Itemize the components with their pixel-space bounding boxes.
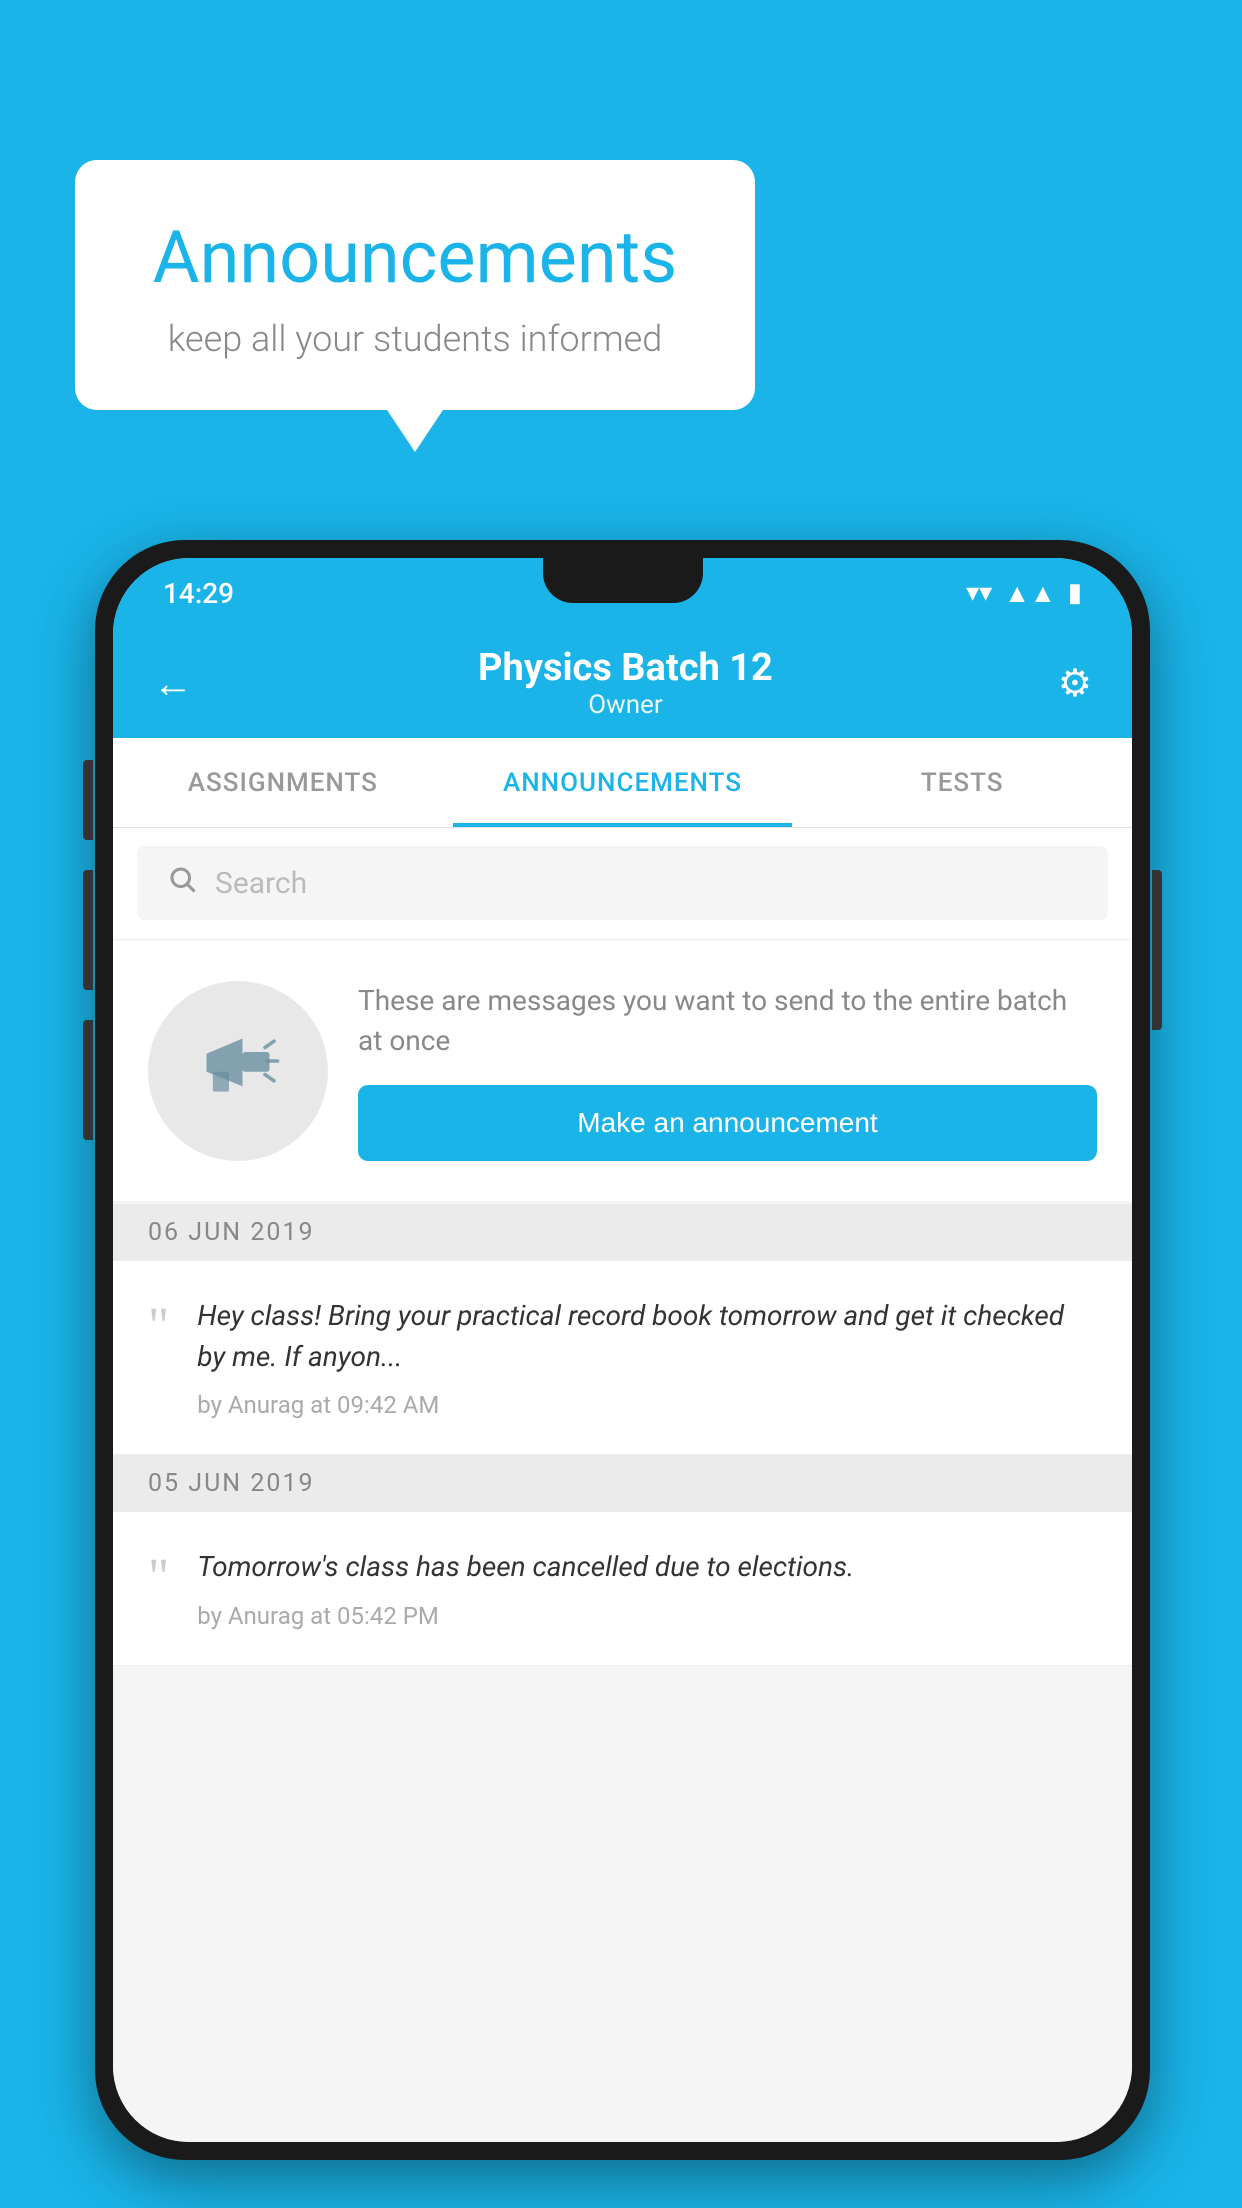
power-button: [83, 760, 93, 840]
announcement-text-wrap-2: Tomorrow's class has been cancelled due …: [197, 1547, 1097, 1630]
quote-icon-1: ": [148, 1301, 169, 1353]
date-separator-1: 06 JUN 2019: [113, 1204, 1132, 1261]
search-bar[interactable]: Search: [137, 846, 1108, 920]
app-bar-subtitle: Owner: [478, 690, 773, 720]
status-icons: ▾▾ ▲▲ ▮: [966, 578, 1082, 609]
volume-down-button: [83, 1020, 93, 1140]
announcement-item-1[interactable]: " Hey class! Bring your practical record…: [113, 1261, 1132, 1455]
app-bar: ← Physics Batch 12 Owner ⚙: [113, 628, 1132, 738]
search-bar-container: Search: [113, 828, 1132, 938]
tab-bar: ASSIGNMENTS ANNOUNCEMENTS TESTS: [113, 738, 1132, 828]
make-announcement-button[interactable]: Make an announcement: [358, 1085, 1097, 1161]
intro-content: These are messages you want to send to t…: [358, 981, 1097, 1160]
announcement-item-2[interactable]: " Tomorrow's class has been cancelled du…: [113, 1512, 1132, 1666]
search-placeholder: Search: [215, 866, 307, 901]
quote-icon-2: ": [148, 1552, 169, 1604]
tab-announcements[interactable]: ANNOUNCEMENTS: [453, 738, 793, 827]
announcement-text-1: Hey class! Bring your practical record b…: [197, 1296, 1097, 1377]
phone-mockup: 14:29 ▾▾ ▲▲ ▮ ← Physics Batch 12 Owner ⚙: [95, 540, 1150, 2160]
phone-outer: 14:29 ▾▾ ▲▲ ▮ ← Physics Batch 12 Owner ⚙: [95, 540, 1150, 2160]
signal-icon: ▲▲: [1004, 578, 1055, 609]
announcement-text-wrap-1: Hey class! Bring your practical record b…: [197, 1296, 1097, 1419]
megaphone-icon: [193, 1016, 283, 1126]
date-separator-2: 05 JUN 2019: [113, 1455, 1132, 1512]
app-bar-title: Physics Batch 12: [478, 646, 773, 690]
settings-icon[interactable]: ⚙: [1058, 661, 1092, 706]
tab-assignments[interactable]: ASSIGNMENTS: [113, 738, 453, 827]
speech-bubble-title: Announcements: [135, 215, 695, 300]
side-button-right: [1152, 870, 1162, 1030]
content-area: Search: [113, 828, 1132, 2142]
speech-bubble-card: Announcements keep all your students inf…: [75, 160, 755, 410]
phone-notch: [543, 558, 703, 603]
announcement-text-2: Tomorrow's class has been cancelled due …: [197, 1547, 1097, 1588]
intro-card: These are messages you want to send to t…: [113, 941, 1132, 1201]
phone-screen: 14:29 ▾▾ ▲▲ ▮ ← Physics Batch 12 Owner ⚙: [113, 558, 1132, 2142]
back-button[interactable]: ←: [153, 660, 193, 707]
speech-bubble-subtitle: keep all your students informed: [135, 318, 695, 360]
volume-up-button: [83, 870, 93, 990]
app-bar-center: Physics Batch 12 Owner: [478, 646, 773, 720]
search-icon: [167, 864, 197, 902]
intro-description: These are messages you want to send to t…: [358, 981, 1097, 1059]
tab-tests[interactable]: TESTS: [792, 738, 1132, 827]
megaphone-circle: [148, 981, 328, 1161]
announcement-meta-1: by Anurag at 09:42 AM: [197, 1391, 1097, 1419]
wifi-icon: ▾▾: [966, 578, 992, 608]
status-time: 14:29: [163, 577, 234, 610]
announcement-meta-2: by Anurag at 05:42 PM: [197, 1602, 1097, 1630]
battery-icon: ▮: [1068, 578, 1082, 608]
